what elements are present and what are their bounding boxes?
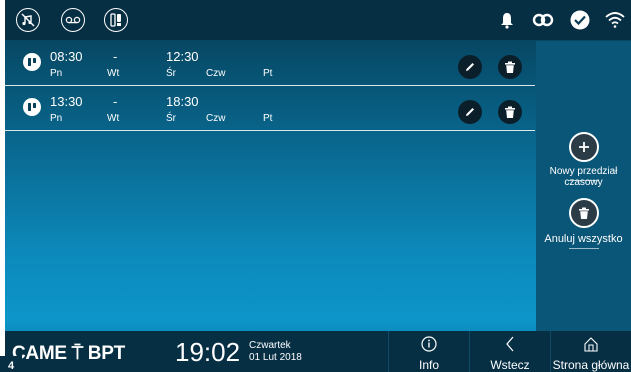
back-label: Wstecz <box>490 358 530 372</box>
page-number: 4 <box>0 356 22 372</box>
day-label: Śr <box>166 68 176 79</box>
day-label: Pt <box>263 113 273 124</box>
day-label: Śr <box>166 113 176 124</box>
cancel-all-label: Anuluj wszystko <box>544 233 623 245</box>
pencil-icon <box>466 108 474 116</box>
end-time: 12:30 <box>166 49 199 64</box>
back-button[interactable]: Wstecz <box>470 331 550 372</box>
time-slot-row[interactable]: 13:30 - 18:30 Pn Wt Śr Czw Pt <box>5 86 535 131</box>
trash-icon <box>579 207 589 219</box>
add-time-slot-button[interactable] <box>569 132 599 162</box>
start-time: 13:30 <box>50 94 83 109</box>
divider <box>569 248 599 249</box>
bell-icon <box>495 8 519 32</box>
brand-logo: CAME ⍑ BPT <box>12 343 125 364</box>
check-icon <box>568 8 592 32</box>
time-slot-row[interactable]: 08:30 - 12:30 Pn Wt Śr Czw Pt <box>5 41 535 86</box>
home-label: Strona główna <box>552 358 630 372</box>
day-label: Wt <box>107 113 120 124</box>
voicemail-icon[interactable] <box>61 8 85 32</box>
info-button[interactable]: Info <box>389 331 469 372</box>
day-label: Czw <box>206 68 226 79</box>
edit-button[interactable] <box>458 55 482 79</box>
edit-button[interactable] <box>458 100 482 124</box>
chevron-left-icon <box>505 336 515 357</box>
clock-time: 19:02 <box>175 337 241 367</box>
intercom-icon <box>23 98 41 116</box>
cancel-all-button[interactable] <box>569 198 599 228</box>
time-separator: - <box>113 94 118 109</box>
wifi-icon <box>603 8 627 32</box>
intercom-icon <box>23 53 41 71</box>
device-screen: 08:30 - 12:30 Pn Wt Śr Czw Pt 13:30 - 18… <box>5 0 631 372</box>
footer-bar: CAME ⍑ BPT 19:02 Czwartek 01 Lut 2018 In… <box>5 331 631 372</box>
add-time-slot-label: Nowy przedział czasowy <box>549 166 618 188</box>
top-status-bar <box>5 0 631 40</box>
plus-icon <box>579 142 589 152</box>
link-icon <box>531 8 555 32</box>
day-label: Pn <box>50 68 63 79</box>
trash-icon <box>505 106 515 118</box>
info-icon <box>421 336 437 357</box>
clock-date: 01 Lut 2018 <box>249 352 302 363</box>
divider <box>569 180 599 181</box>
end-time: 18:30 <box>166 94 199 109</box>
delete-button[interactable] <box>498 100 522 124</box>
mute-icon[interactable] <box>16 8 40 32</box>
time-separator: - <box>113 49 118 64</box>
home-icon <box>583 336 599 357</box>
delete-button[interactable] <box>498 55 522 79</box>
start-time: 08:30 <box>50 49 83 64</box>
trash-icon <box>505 61 515 73</box>
day-label: Pt <box>263 68 273 79</box>
day-label: Pn <box>50 113 63 124</box>
side-panel: Nowy przedział czasowy Anuluj wszystko <box>536 41 631 331</box>
pencil-icon <box>466 63 474 71</box>
info-label: Info <box>418 358 439 372</box>
clock-day: Czwartek <box>249 340 291 351</box>
day-label: Czw <box>206 113 226 124</box>
day-label: Wt <box>107 68 120 79</box>
intercom-icon[interactable] <box>104 8 128 32</box>
home-button[interactable]: Strona główna <box>551 331 631 372</box>
